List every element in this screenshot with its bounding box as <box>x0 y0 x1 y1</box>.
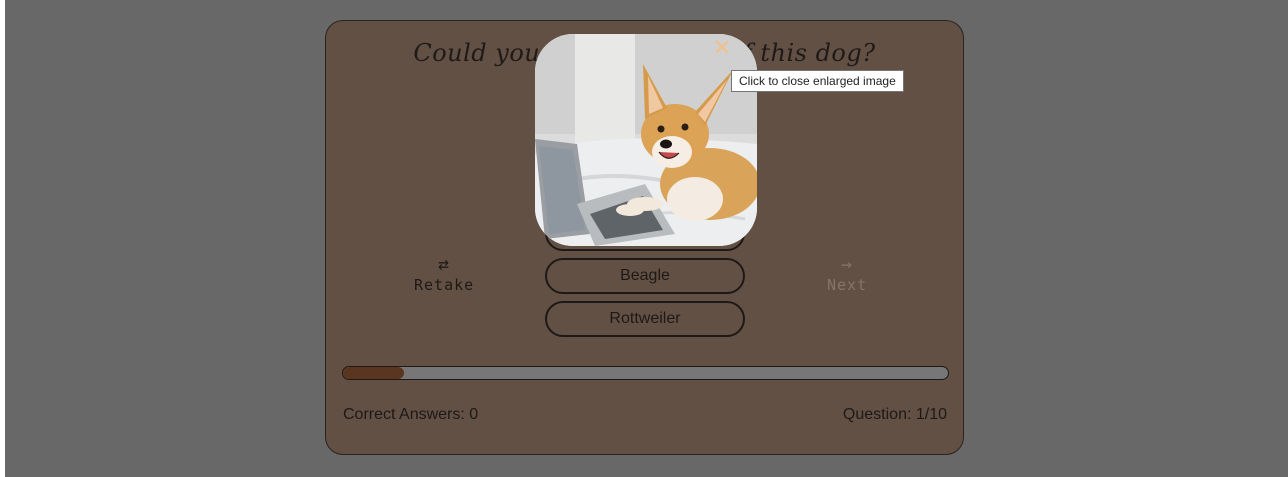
close-tooltip: Click to close enlarged image <box>731 70 904 92</box>
next-button[interactable]: → Next <box>827 254 868 295</box>
retake-label: Retake <box>414 276 475 294</box>
question-counter: Question: 1/10 <box>842 406 947 423</box>
enlarged-dog-image[interactable] <box>535 34 757 246</box>
answer-button-rottweiler[interactable]: Rottweiler <box>545 301 745 337</box>
progress-bar <box>342 366 949 380</box>
progress-fill <box>343 367 404 379</box>
correct-answers-count: Correct Answers: 0 <box>343 406 479 423</box>
repeat-icon: ⇄ <box>438 254 451 275</box>
close-icon[interactable]: ✕ <box>711 38 733 60</box>
retake-button[interactable]: ⇄ Retake <box>414 254 475 295</box>
arrow-right-icon: → <box>841 254 853 275</box>
answer-button-beagle[interactable]: Beagle <box>545 258 745 294</box>
next-label: Next <box>827 276 868 294</box>
